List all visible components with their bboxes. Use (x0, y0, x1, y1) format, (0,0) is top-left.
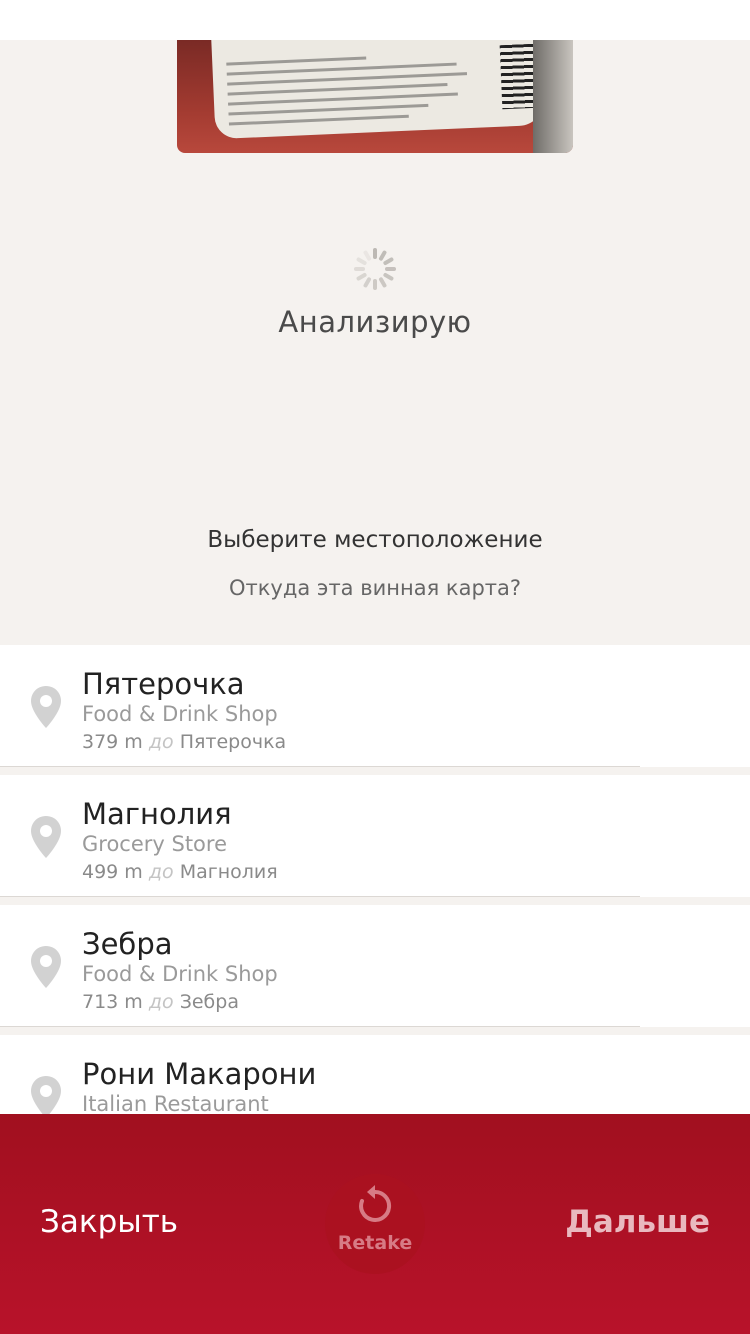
location-category: Food & Drink Shop (82, 702, 278, 726)
rotate-ccw-icon (359, 1185, 392, 1222)
retake-label: Retake (337, 1232, 413, 1254)
bottom-action-bar: Закрыть Retake Дальше (0, 1114, 750, 1334)
location-name: Зебра (82, 927, 173, 961)
location-item[interactable]: Магнолия Grocery Store 499 m до Магнолия (0, 775, 750, 897)
location-distance: 713 m до Зебра (82, 991, 239, 1013)
location-name: Пятерочка (82, 667, 245, 701)
divider (0, 1026, 640, 1027)
map-pin-icon (31, 946, 61, 988)
divider (0, 766, 640, 767)
map-pin-icon (31, 816, 61, 858)
close-button[interactable]: Закрыть (40, 1204, 178, 1240)
divider (0, 896, 640, 897)
analyzing-status-text: Анализирую (278, 305, 472, 339)
location-item[interactable]: Пятерочка Food & Drink Shop 379 m до Пят… (0, 645, 750, 767)
captured-photo (177, 40, 573, 153)
location-distance: 499 m до Магнолия (82, 861, 278, 883)
loading-spinner-icon (354, 248, 396, 290)
choose-location-subtitle: Откуда эта винная карта? (228, 576, 522, 600)
location-category: Grocery Store (82, 832, 228, 856)
location-category: Italian Restaurant (82, 1092, 269, 1116)
location-item[interactable]: Зебра Food & Drink Shop 713 m до Зебра (0, 905, 750, 1027)
choose-location-title: Выберите местоположение (207, 527, 543, 553)
location-category: Food & Drink Shop (82, 962, 278, 986)
location-name: Магнолия (82, 797, 232, 831)
map-pin-icon (31, 686, 61, 728)
next-button[interactable]: Дальше (565, 1204, 710, 1240)
retake-button[interactable]: Retake (325, 1174, 425, 1274)
status-bar (0, 0, 750, 40)
app-screen: Анализирую Выберите местоположение Откуд… (0, 0, 750, 1334)
bottle-label-image (210, 40, 546, 140)
location-distance: 379 m до Пятерочка (82, 731, 287, 753)
map-pin-icon (31, 1076, 61, 1118)
location-name: Рони Макарони (82, 1057, 317, 1091)
